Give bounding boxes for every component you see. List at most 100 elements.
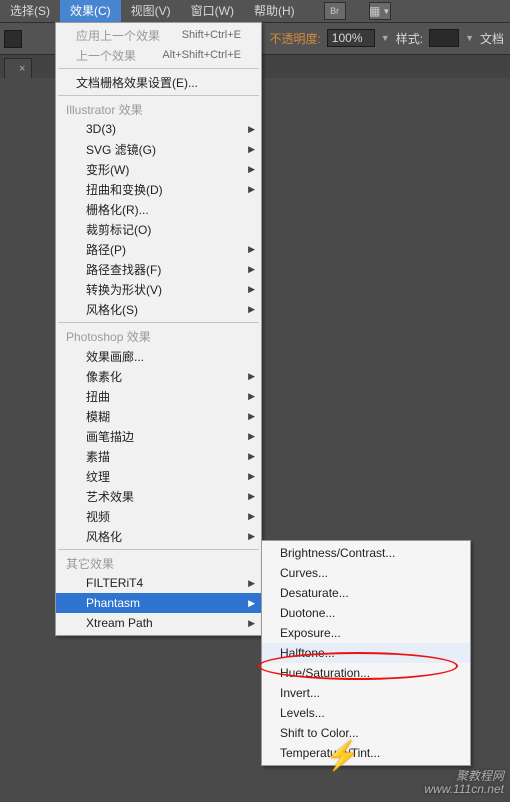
opacity-field[interactable]: 100% <box>327 29 375 47</box>
phantasm-submenu: Brightness/Contrast... Curves... Desatur… <box>261 540 471 766</box>
submenu-arrow-icon: ▶ <box>248 391 255 402</box>
menu-item-label: 画笔描边 <box>86 428 241 445</box>
menu-item-label: 上一个效果 <box>76 47 154 64</box>
watermark-line2: www.111cn.net <box>424 783 504 796</box>
menu-view[interactable]: 视图(V) <box>121 0 181 22</box>
watermark: 聚教程网 www.111cn.net <box>424 770 504 796</box>
lightning-icon: ⚡ <box>325 739 360 772</box>
menu-item-label: 模糊 <box>86 408 241 425</box>
menu-item-label: 转换为形状(V) <box>86 281 241 298</box>
menu-section-header: Photoshop 效果 <box>56 326 261 346</box>
doc-label: 文档 <box>480 30 504 47</box>
submenu-arrow-icon: ▶ <box>248 304 255 315</box>
submenu-item-duotone[interactable]: Duotone... <box>262 603 470 623</box>
submenu-item-label: Invert... <box>280 686 320 700</box>
menu-item-blur[interactable]: 模糊▶ <box>56 406 261 426</box>
menu-item-pixelate[interactable]: 像素化▶ <box>56 366 261 386</box>
menu-item-filterit4[interactable]: FILTERiT4▶ <box>56 573 261 593</box>
menu-item-apply-last: 应用上一个效果 Shift+Ctrl+E <box>56 25 261 45</box>
menu-item-cropmarks[interactable]: 裁剪标记(O) <box>56 219 261 239</box>
submenu-item-label: Exposure... <box>280 626 341 640</box>
menu-item-raster-settings[interactable]: 文档栅格效果设置(E)... <box>56 72 261 92</box>
layout-icon[interactable]: ▦▼ <box>369 2 391 20</box>
menu-item-label: 裁剪标记(O) <box>86 221 241 238</box>
submenu-item-label: Levels... <box>280 706 325 720</box>
submenu-item-label: Brightness/Contrast... <box>280 546 395 560</box>
menu-item-distort-ps[interactable]: 扭曲 ▶ <box>56 386 261 406</box>
menu-item-label: 扭曲 <box>86 388 241 405</box>
submenu-item-curves[interactable]: Curves... <box>262 563 470 583</box>
menu-item-stylize-ai[interactable]: 风格化(S) ▶ <box>56 299 261 319</box>
watermark-line1: 聚教程网 <box>424 770 504 783</box>
menu-item-artistic[interactable]: 艺术效果▶ <box>56 486 261 506</box>
menu-item-label: 路径(P) <box>86 241 241 258</box>
submenu-item-label: Curves... <box>280 566 328 580</box>
menu-item-stylize-ps[interactable]: 风格化▶ <box>56 526 261 546</box>
submenu-arrow-icon: ▶ <box>248 511 255 522</box>
layout-glyph: ▦ <box>369 4 380 18</box>
submenu-item-invert[interactable]: Invert... <box>262 683 470 703</box>
submenu-item-label: Shift to Color... <box>280 726 359 740</box>
menu-select[interactable]: 选择(S) <box>0 0 60 22</box>
submenu-arrow-icon: ▶ <box>248 491 255 502</box>
menu-item-phantasm[interactable]: Phantasm▶ <box>56 593 261 613</box>
chevron-down-icon: ▼ <box>382 7 390 16</box>
submenu-item-shifttocolor[interactable]: Shift to Color... <box>262 723 470 743</box>
menu-item-label: 风格化(S) <box>86 301 241 318</box>
menu-item-path[interactable]: 路径(P)▶ <box>56 239 261 259</box>
submenu-arrow-icon: ▶ <box>248 184 255 195</box>
close-icon[interactable]: × <box>19 63 25 75</box>
submenu-item-levels[interactable]: Levels... <box>262 703 470 723</box>
menu-help[interactable]: 帮助(H) <box>244 0 305 22</box>
menu-item-label: 栅格化(R)... <box>86 201 241 218</box>
submenu-item-label: Hue/Saturation... <box>280 666 370 680</box>
menu-item-video[interactable]: 视频▶ <box>56 506 261 526</box>
submenu-arrow-icon: ▶ <box>248 531 255 542</box>
opacity-label: 不透明度: <box>269 30 320 47</box>
menu-item-rasterize[interactable]: 栅格化(R)... <box>56 199 261 219</box>
menu-item-svg-filters[interactable]: SVG 滤镜(G)▶ <box>56 139 261 159</box>
submenu-arrow-icon: ▶ <box>248 598 255 609</box>
fill-swatch[interactable] <box>4 30 22 48</box>
chevron-down-icon[interactable]: ▼ <box>465 33 474 43</box>
bridge-icon[interactable]: Br <box>324 2 346 20</box>
submenu-item-label: Duotone... <box>280 606 335 620</box>
menu-item-texture[interactable]: 纹理▶ <box>56 466 261 486</box>
style-swatch[interactable] <box>429 29 459 47</box>
submenu-item-temperature[interactable]: Temperature/Tint... <box>262 743 470 763</box>
menu-item-label: Xtream Path <box>86 616 241 630</box>
menu-item-accel: Shift+Ctrl+E <box>182 29 241 41</box>
menu-window[interactable]: 窗口(W) <box>181 0 244 22</box>
menu-item-brushstrokes[interactable]: 画笔描边 ▶ <box>56 426 261 446</box>
submenu-arrow-icon: ▶ <box>248 471 255 482</box>
menu-item-sketch[interactable]: 素描▶ <box>56 446 261 466</box>
separator <box>58 322 259 323</box>
submenu-arrow-icon: ▶ <box>248 124 255 135</box>
submenu-arrow-icon: ▶ <box>248 578 255 589</box>
submenu-arrow-icon: ▶ <box>248 164 255 175</box>
menu-item-last: 上一个效果 Alt+Shift+Ctrl+E <box>56 45 261 65</box>
separator <box>58 95 259 96</box>
submenu-item-halftone[interactable]: Halftone... <box>262 643 470 663</box>
menu-item-3d[interactable]: 3D(3)▶ <box>56 119 261 139</box>
menu-effects[interactable]: 效果(C) <box>60 0 121 22</box>
chevron-down-icon[interactable]: ▼ <box>381 33 390 43</box>
menu-item-label: 效果画廊... <box>86 348 241 365</box>
menu-item-accel: Alt+Shift+Ctrl+E <box>162 49 241 61</box>
menu-item-pathfinder[interactable]: 路径查找器(F)▶ <box>56 259 261 279</box>
submenu-item-exposure[interactable]: Exposure... <box>262 623 470 643</box>
submenu-arrow-icon: ▶ <box>248 431 255 442</box>
submenu-item-desaturate[interactable]: Desaturate... <box>262 583 470 603</box>
document-tab[interactable]: × <box>4 58 32 78</box>
menu-item-distort[interactable]: 扭曲和变换(D)▶ <box>56 179 261 199</box>
menu-item-label: SVG 滤镜(G) <box>86 141 241 158</box>
menu-item-warp[interactable]: 变形(W)▶ <box>56 159 261 179</box>
menu-item-convert-shape[interactable]: 转换为形状(V)▶ <box>56 279 261 299</box>
submenu-arrow-icon: ▶ <box>248 371 255 382</box>
menu-item-gallery[interactable]: 效果画廊... <box>56 346 261 366</box>
submenu-item-brightness[interactable]: Brightness/Contrast... <box>262 543 470 563</box>
submenu-item-huesat[interactable]: Hue/Saturation... <box>262 663 470 683</box>
style-label: 样式: <box>396 30 423 47</box>
menubar: 选择(S) 效果(C) 视图(V) 窗口(W) 帮助(H) Br ▦▼ <box>0 0 510 22</box>
menu-item-xtreampath[interactable]: Xtream Path▶ <box>56 613 261 633</box>
